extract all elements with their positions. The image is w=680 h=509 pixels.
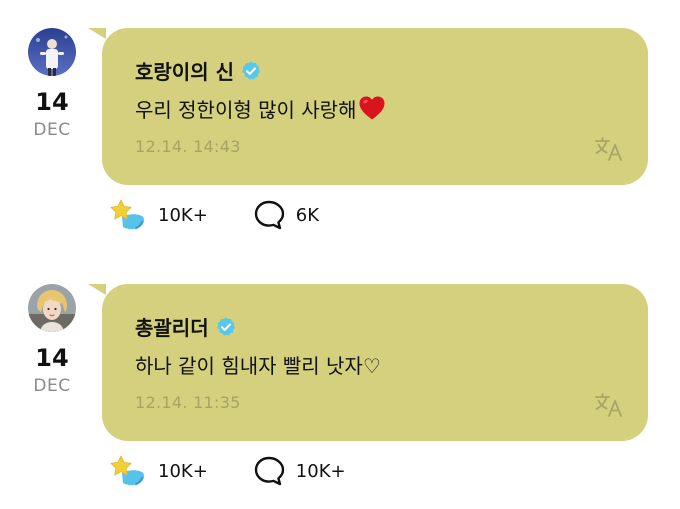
message-bubble[interactable]: 호랑이의 신 우리 정한이형 많이 사랑해 12.14. 14:43 xyxy=(102,28,648,185)
post-date: 14 DEC xyxy=(20,88,84,141)
post-stats: 10K+ 6K xyxy=(108,197,319,233)
post-stats: 10K+ 10K+ xyxy=(108,453,346,489)
date-day: 14 xyxy=(35,344,69,372)
post-time: 12.14. 14:43 xyxy=(135,137,241,156)
translate-icon[interactable] xyxy=(594,136,626,162)
like-stat[interactable]: 10K+ xyxy=(108,197,208,233)
verified-icon xyxy=(241,60,260,80)
star-like-icon[interactable] xyxy=(108,197,148,233)
comment-count: 6K xyxy=(295,204,320,226)
post-time: 12.14. 11:35 xyxy=(135,393,241,412)
like-count: 10K+ xyxy=(158,460,208,482)
avatar[interactable] xyxy=(28,284,76,332)
post-date: 14 DEC xyxy=(20,344,84,397)
like-count: 10K+ xyxy=(158,204,208,226)
translate-icon[interactable] xyxy=(594,392,626,418)
author-name[interactable]: 총괄리더 xyxy=(135,312,209,341)
comment-icon[interactable] xyxy=(252,198,286,232)
verified-icon xyxy=(216,316,235,336)
message-text: 우리 정한이형 많이 사랑해 xyxy=(135,94,386,123)
post-card: 14 DEC 호랑이의 신 우리 정한이형 많이 사랑해 12.14. 14:4… xyxy=(0,0,680,250)
comment-stat[interactable]: 6K xyxy=(208,198,319,232)
bubble-tail xyxy=(88,284,106,295)
avatar[interactable] xyxy=(28,28,76,76)
author-name[interactable]: 호랑이의 신 xyxy=(135,56,234,85)
message-bubble[interactable]: 총괄리더 하나 같이 힘내자 빨리 낫자♡ 12.14. 11:35 xyxy=(102,284,648,441)
message-body: 우리 정한이형 많이 사랑해 xyxy=(135,98,357,122)
heart-emoji-icon xyxy=(359,96,385,120)
date-month: DEC xyxy=(33,120,71,140)
post-card: 14 DEC 총괄리더 하나 같이 힘내자 빨리 낫자♡ 12.14. 11:3… xyxy=(0,256,680,506)
message-text: 하나 같이 힘내자 빨리 낫자♡ xyxy=(135,350,381,379)
author-row: 총괄리더 xyxy=(135,312,237,341)
star-like-icon[interactable] xyxy=(108,453,148,489)
message-body: 하나 같이 힘내자 빨리 낫자♡ xyxy=(135,354,381,378)
date-day: 14 xyxy=(35,88,69,116)
comment-count: 10K+ xyxy=(295,460,346,482)
comment-icon[interactable] xyxy=(252,454,286,488)
comment-stat[interactable]: 10K+ xyxy=(208,454,346,488)
like-stat[interactable]: 10K+ xyxy=(108,453,208,489)
author-row: 호랑이의 신 xyxy=(135,56,262,85)
bubble-tail xyxy=(88,28,106,39)
date-month: DEC xyxy=(33,376,71,396)
